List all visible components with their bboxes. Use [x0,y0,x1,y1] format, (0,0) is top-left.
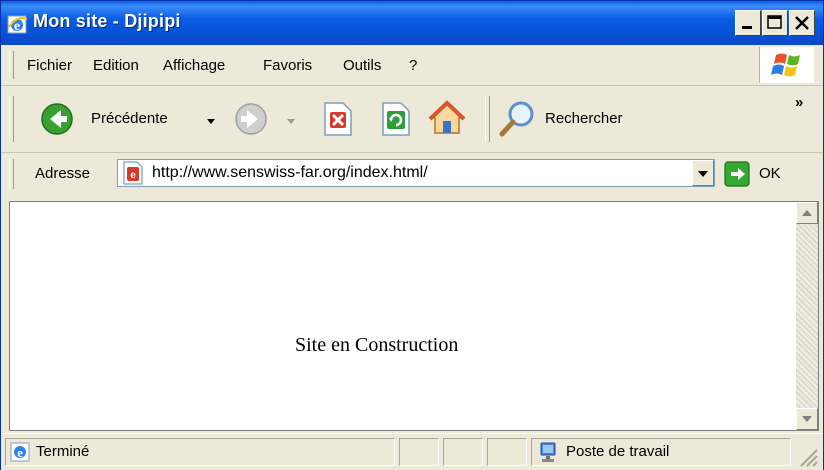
menu-help[interactable]: ? [409,57,417,74]
toolbar-more-chevron-icon[interactable]: » [795,94,803,111]
menu-outils[interactable]: Outils [343,57,381,74]
resize-grip-icon[interactable] [795,444,819,468]
address-field[interactable]: e [117,159,715,187]
back-button[interactable]: Précédente [39,101,229,137]
go-arrow-icon [724,161,750,187]
vertical-scrollbar[interactable] [796,202,818,430]
back-label: Précédente [91,110,168,127]
forward-arrow-icon [235,103,267,135]
search-icon [499,101,534,137]
ie-logo-icon: e [7,13,29,35]
status-pane [399,438,439,466]
svg-text:e: e [17,445,23,460]
windows-logo [759,47,814,83]
windows-flag-icon [771,53,800,77]
minimize-icon [742,26,752,29]
refresh-icon[interactable] [379,101,413,137]
search-label: Rechercher [545,110,623,127]
close-icon [795,16,809,30]
back-arrow-icon [41,103,73,135]
scroll-down-button[interactable] [796,408,818,430]
status-pane [487,438,527,466]
address-bar: Adresse e OK [1,153,823,195]
navigation-toolbar: Précédente Rechercher » [1,86,823,153]
address-label: Adresse [35,165,91,182]
toolbar-separator [485,96,490,142]
window-title: Mon site - Djipipi [33,11,181,31]
title-bar[interactable]: e Mon site - Djipipi [1,1,823,45]
svg-text:e: e [130,170,136,181]
scroll-up-button[interactable] [796,202,818,224]
page-icon: e [123,161,143,185]
url-input[interactable] [152,163,672,183]
minimize-button[interactable] [735,10,761,36]
status-zone-pane: Poste de travail [531,438,791,466]
address-dropdown-button[interactable] [692,160,714,186]
menu-fichier[interactable]: Fichier [27,57,72,74]
go-label: OK [759,165,781,182]
maximize-button[interactable] [762,10,788,36]
status-main-pane: e Terminé [5,438,395,466]
page-viewport: Site en Construction [9,201,819,431]
go-button[interactable]: OK [723,159,803,189]
browser-window: e Mon site - Djipipi Fichier Edition Aff… [0,0,824,470]
chevron-up-icon [802,210,812,216]
maximize-icon [767,15,782,29]
menu-bar: Fichier Edition Affichage Favoris Outils… [1,45,823,86]
close-button[interactable] [789,10,815,36]
back-dropdown-icon[interactable] [205,115,217,127]
status-zone-text: Poste de travail [566,443,670,460]
menu-affichage[interactable]: Affichage [163,57,225,74]
chevron-down-icon [698,171,708,177]
chevron-down-icon [802,416,812,422]
address-grip[interactable] [9,159,14,189]
menu-edition[interactable]: Edition [93,57,139,74]
menu-favoris[interactable]: Favoris [263,57,312,74]
toolbar-grip[interactable] [9,96,14,142]
home-icon[interactable] [427,98,467,138]
forward-dropdown-icon[interactable] [285,115,297,127]
ie-page-icon: e [10,442,30,462]
forward-button[interactable] [233,101,305,137]
status-bar: e Terminé Poste de travail [1,433,823,470]
computer-icon [540,442,556,462]
status-pane [443,438,483,466]
stop-icon[interactable] [321,101,355,137]
search-button[interactable]: Rechercher [497,99,657,139]
menu-grip[interactable] [9,51,14,79]
status-text: Terminé [36,443,90,460]
page-heading: Site en Construction [295,334,459,356]
